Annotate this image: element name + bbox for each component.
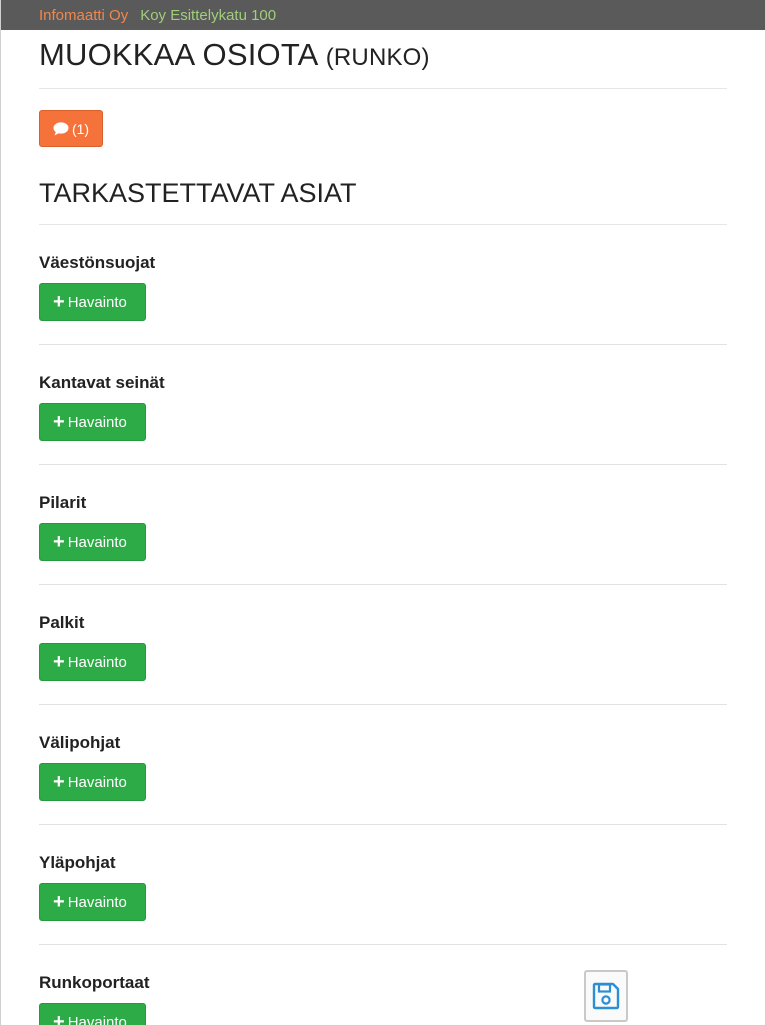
main-content: MUOKKAA OSIOTA (RUNKO) (1) TARKASTETTAVA… [1, 35, 765, 1026]
add-observation-label: Havainto [67, 533, 127, 551]
inspection-item-label: Väestönsuojat [39, 253, 156, 272]
add-observation-label: Havainto [67, 413, 127, 431]
save-button[interactable] [584, 970, 628, 1022]
inspection-item: Pilarit + Havainto [39, 465, 727, 585]
add-observation-button[interactable]: + Havainto [39, 643, 146, 681]
building-link[interactable]: Koy Esittelykatu 100 [140, 7, 276, 24]
plus-icon: + [53, 531, 65, 553]
inspection-item: Palkit + Havainto [39, 585, 727, 705]
add-observation-button[interactable]: + Havainto [39, 523, 146, 561]
plus-icon: + [53, 891, 65, 913]
add-observation-label: Havainto [67, 293, 127, 311]
inspection-item: Väestönsuojat + Havainto [39, 225, 727, 345]
section-title: TARKASTETTAVAT ASIAT [39, 177, 727, 225]
add-observation-label: Havainto [67, 653, 127, 671]
plus-icon: + [53, 771, 65, 793]
comment-icon [53, 121, 69, 135]
plus-icon: + [53, 291, 65, 313]
page-title: MUOKKAA OSIOTA (RUNKO) [39, 35, 727, 89]
inspection-item: Kantavat seinät + Havainto [39, 345, 727, 465]
app-frame: Infomaatti Oy Koy Esittelykatu 100 MUOKK… [0, 0, 766, 1026]
company-link[interactable]: Infomaatti Oy [39, 7, 128, 24]
top-bar: Infomaatti Oy Koy Esittelykatu 100 [1, 0, 765, 30]
page-title-text: MUOKKAA OSIOTA [39, 37, 317, 72]
add-observation-label: Havainto [67, 1013, 127, 1026]
inspection-item-label: Välipohjat [39, 733, 121, 752]
add-observation-label: Havainto [67, 893, 127, 911]
inspection-item: Yläpohjat + Havainto [39, 825, 727, 945]
inspection-list: Väestönsuojat + Havainto Kantavat seinät + Ha… [39, 225, 727, 1026]
page-subtitle: (RUNKO) [325, 44, 430, 71]
plus-icon: + [53, 411, 65, 433]
comments-button[interactable]: (1) [39, 110, 103, 147]
add-observation-button[interactable]: + Havainto [39, 1003, 146, 1026]
inspection-item-label: Palkit [39, 613, 85, 632]
inspection-item: Välipohjat + Havainto [39, 705, 727, 825]
plus-icon: + [53, 651, 65, 673]
inspection-item-label: Kantavat seinät [39, 373, 165, 392]
comments-count: (1) [71, 120, 90, 137]
add-observation-button[interactable]: + Havainto [39, 283, 146, 321]
add-observation-button[interactable]: + Havainto [39, 403, 146, 441]
add-observation-button[interactable]: + Havainto [39, 763, 146, 801]
floppy-disk-icon [592, 982, 620, 1010]
add-observation-button[interactable]: + Havainto [39, 883, 146, 921]
plus-icon: + [53, 1011, 65, 1026]
inspection-item-label: Pilarit [39, 493, 87, 512]
add-observation-label: Havainto [67, 773, 127, 791]
inspection-item-label: Yläpohjat [39, 853, 116, 872]
